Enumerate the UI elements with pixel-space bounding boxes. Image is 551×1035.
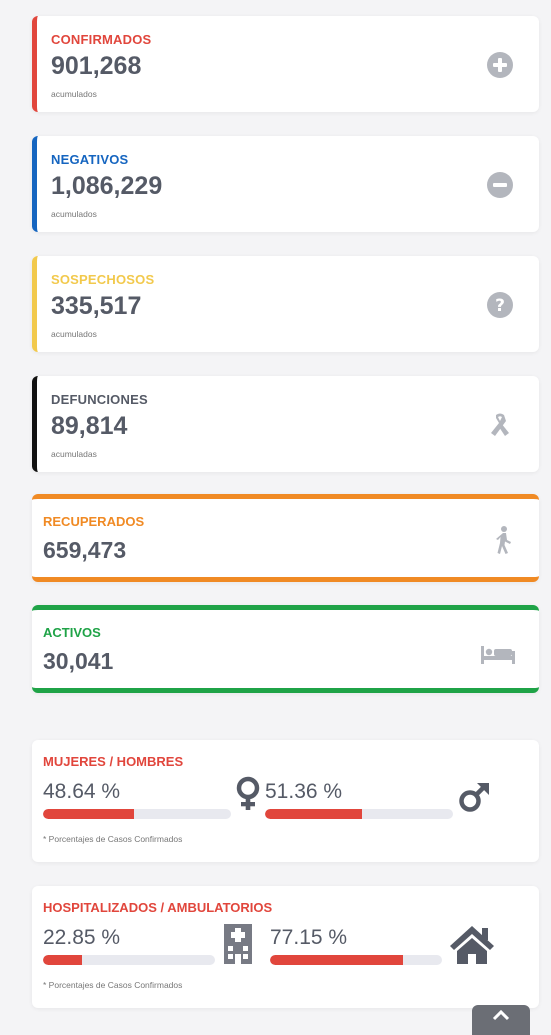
footnote: * Porcentajes de Casos Confirmados — [43, 834, 183, 844]
plus-circle-icon — [487, 52, 513, 78]
card-value: 1,086,229 — [51, 172, 163, 200]
svg-text:?: ? — [495, 296, 505, 316]
female-progress-bar — [43, 809, 231, 819]
female-percentage: 48.64 % — [43, 780, 121, 803]
card-value: 335,517 — [51, 292, 142, 320]
card-label: MUJERES / HOMBRES — [43, 754, 184, 769]
male-percentage: 51.36 % — [265, 780, 343, 803]
card-activos: ACTIVOS 30,041 — [32, 605, 539, 693]
male-progress-fill — [265, 809, 362, 819]
card-sublabel: acumulados — [51, 329, 97, 339]
card-label: RECUPERADOS — [43, 514, 145, 529]
card-value: 901,268 — [51, 52, 142, 80]
ambulatory-progress-bar — [270, 955, 442, 965]
card-hospitalizados-ambulatorios: HOSPITALIZADOS / AMBULATORIOS 22.85 % 77… — [32, 886, 539, 1008]
card-label: SOSPECHOSOS — [51, 272, 155, 287]
card-label: ACTIVOS — [43, 625, 101, 640]
female-progress-fill — [43, 809, 135, 819]
card-sublabel: acumuladas — [51, 449, 97, 459]
hospitalized-percentage: 22.85 % — [43, 926, 121, 949]
card-confirmados: CONFIRMADOS 901,268 acumulados — [32, 16, 539, 112]
card-sospechosos: SOSPECHOSOS 335,517 acumulados ? — [32, 256, 539, 352]
card-value: 659,473 — [43, 537, 127, 563]
card-value: 30,041 — [43, 648, 114, 674]
card-sublabel: acumulados — [51, 89, 97, 99]
card-negativos: NEGATIVOS 1,086,229 acumulados — [32, 136, 539, 232]
hospital-icon — [224, 924, 252, 964]
question-circle-icon: ? — [487, 292, 513, 318]
male-progress-bar — [265, 809, 453, 819]
card-recuperados: RECUPERADOS 659,473 — [32, 494, 539, 582]
card-label: CONFIRMADOS — [51, 32, 152, 47]
card-label: HOSPITALIZADOS / AMBULATORIOS — [43, 900, 273, 915]
card-label: NEGATIVOS — [51, 152, 129, 167]
footnote: * Porcentajes de Casos Confirmados — [43, 980, 183, 990]
ribbon-icon — [491, 413, 509, 436]
ambulatory-percentage: 77.15 % — [270, 926, 348, 949]
bed-icon — [481, 646, 515, 664]
hospitalized-progress-fill — [43, 955, 83, 965]
card-value: 89,814 — [51, 412, 128, 440]
ambulatory-progress-fill — [270, 955, 403, 965]
chevron-up-icon — [492, 1009, 510, 1021]
hospitalized-progress-bar — [43, 955, 215, 965]
walking-person-icon — [496, 526, 511, 554]
minus-circle-icon — [487, 172, 513, 198]
male-symbol-icon — [459, 783, 489, 812]
scroll-to-top-button[interactable] — [472, 1005, 530, 1035]
card-label: DEFUNCIONES — [51, 392, 148, 407]
card-sublabel: acumulados — [51, 209, 97, 219]
female-symbol-icon — [236, 776, 260, 810]
house-icon — [450, 926, 494, 964]
card-defunciones: DEFUNCIONES 89,814 acumuladas — [32, 376, 539, 472]
card-mujeres-hombres: MUJERES / HOMBRES 48.64 % 51.36 % * Porc… — [32, 740, 539, 862]
